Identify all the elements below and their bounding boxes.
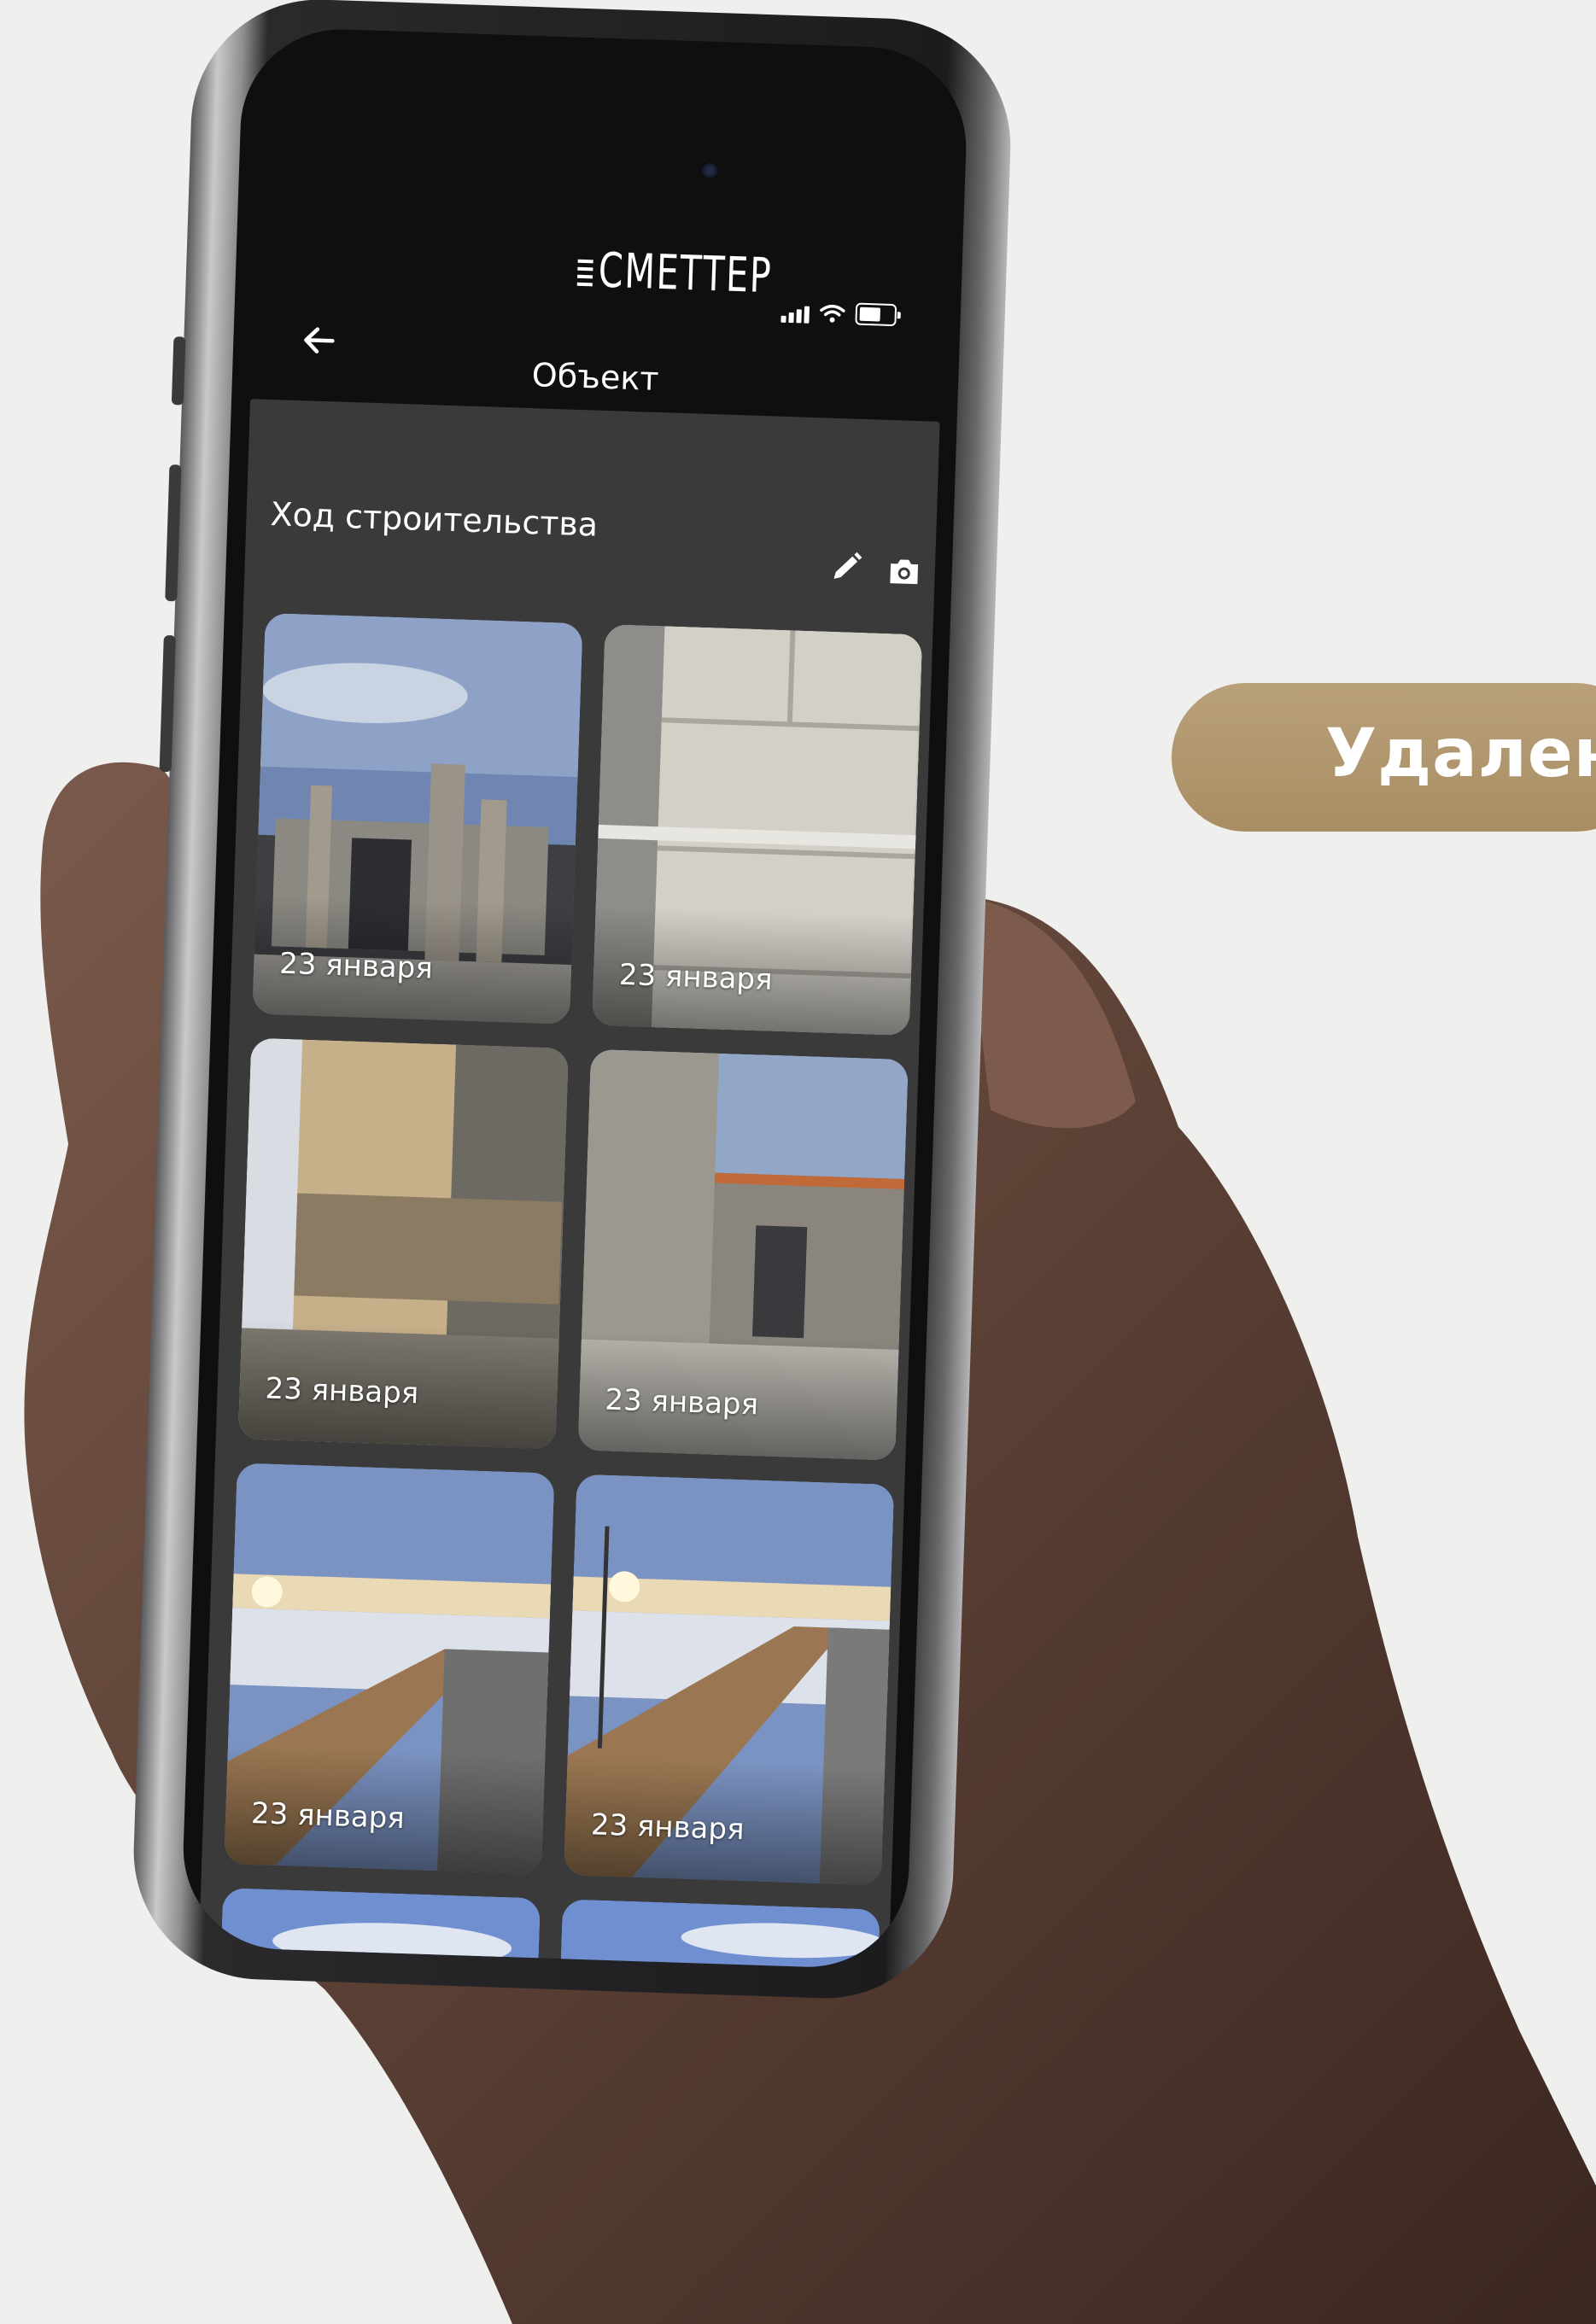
- photo-tile[interactable]: 23 января: [237, 1037, 570, 1450]
- photo-tile[interactable]: 23 января: [224, 1463, 555, 1875]
- photo-tile[interactable]: [558, 1899, 880, 1971]
- phone-device: СМЕТТЕР Объект Ход строительства 23 янва…: [129, 0, 1015, 2003]
- battery-icon: [855, 302, 901, 327]
- photo-tile[interactable]: 23 января: [252, 612, 583, 1025]
- photo-date: 23 января: [604, 1382, 759, 1422]
- phone-side-button: [171, 336, 186, 406]
- photo-grid: 23 января 23 января 23 января 23 января …: [219, 612, 923, 1971]
- front-camera: [699, 161, 720, 181]
- photo-date: 23 января: [278, 946, 434, 986]
- page-title: Объект: [531, 356, 660, 398]
- photo-tile[interactable]: 23 января: [591, 624, 923, 1036]
- logo-bars-icon: [576, 255, 593, 291]
- cellular-signal-icon: [780, 306, 810, 324]
- photo-tile[interactable]: 23 января: [563, 1474, 895, 1886]
- photo-tile[interactable]: 23 января: [577, 1048, 909, 1461]
- construction-progress-panel: Ход строительства 23 января 23 января 23…: [196, 399, 940, 1971]
- photo-date: 23 января: [265, 1371, 419, 1411]
- photo-date: 23 января: [590, 1807, 745, 1848]
- photo-date: 23 января: [250, 1796, 406, 1836]
- app-logo: СМЕТТЕР: [576, 242, 774, 305]
- construction-photo: [558, 1899, 880, 1971]
- camera-icon[interactable]: [883, 550, 926, 593]
- phone-screen: СМЕТТЕР Объект Ход строительства 23 янва…: [179, 26, 970, 1971]
- app-logo-text: СМЕТТЕР: [597, 242, 774, 305]
- status-bar: [780, 301, 901, 327]
- feature-badge-label: Удален: [1325, 715, 1596, 792]
- photo-date: 23 января: [618, 957, 774, 997]
- edit-icon[interactable]: [825, 546, 868, 589]
- wifi-icon: [820, 304, 845, 323]
- section-title: Ход строительства: [269, 494, 599, 544]
